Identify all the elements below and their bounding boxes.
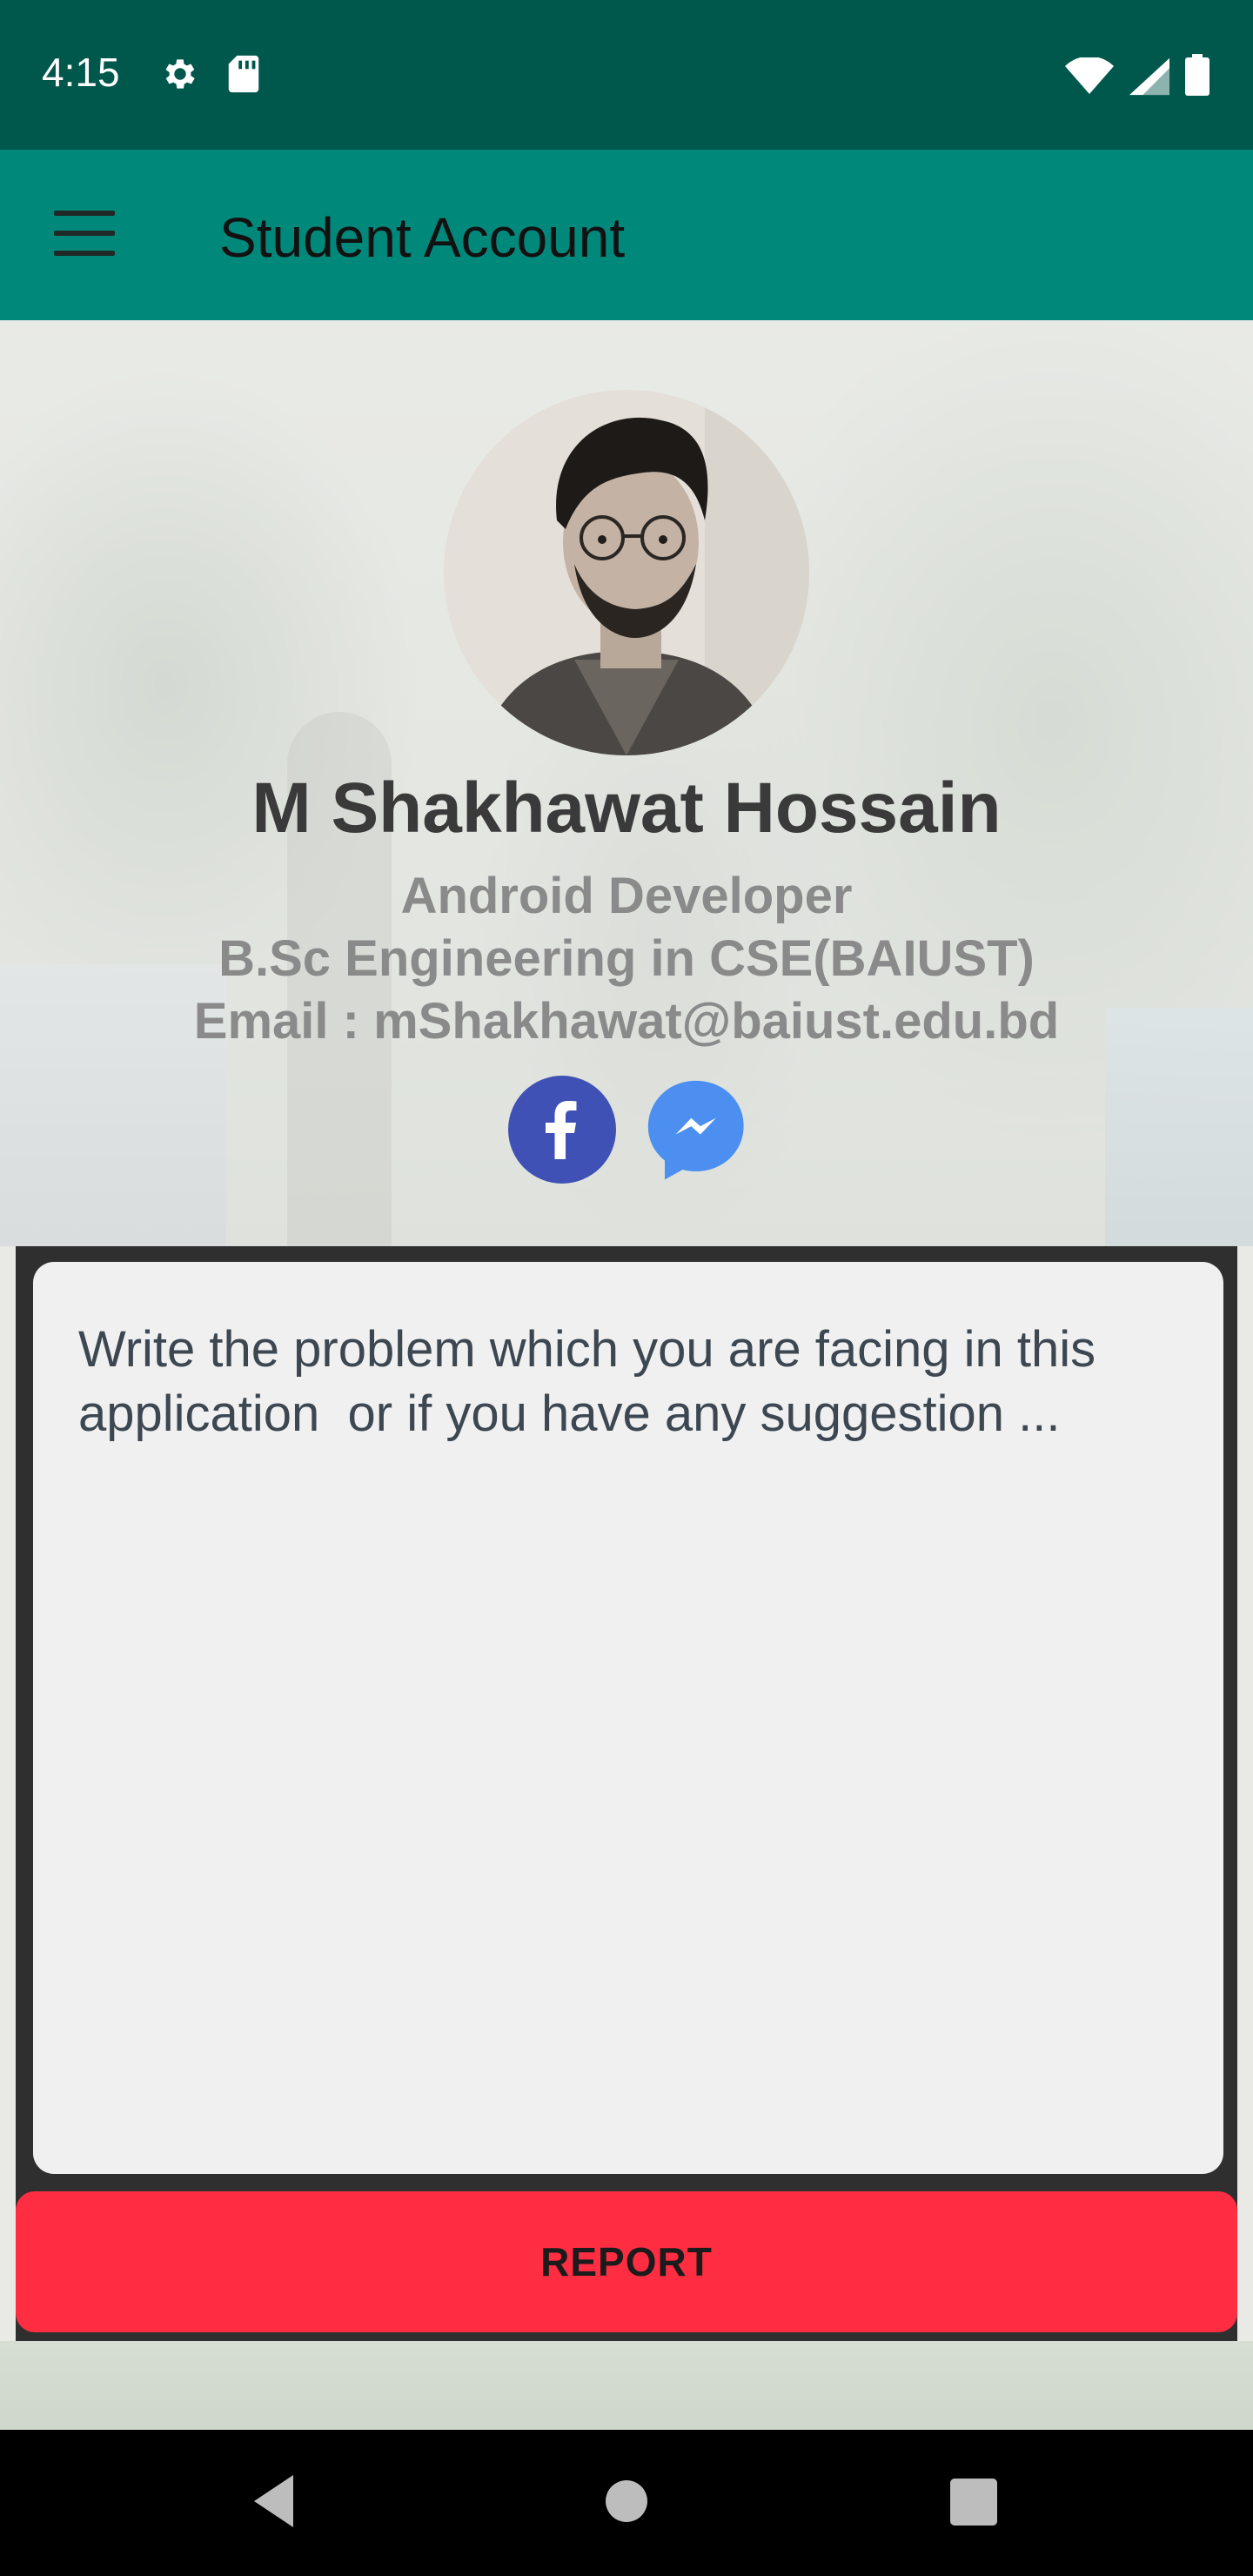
background-footer — [0, 2341, 1253, 2430]
profile-name: M Shakhawat Hossain — [251, 768, 1002, 848]
avatar — [444, 390, 809, 755]
profile-degree: B.Sc Engineering in CSE(BAIUST) — [218, 930, 1035, 987]
status-bar: 4:15 — [0, 0, 1253, 150]
back-icon[interactable] — [245, 2466, 298, 2536]
system-navigation-bar — [0, 2430, 1253, 2576]
profile-role: Android Developer — [400, 868, 853, 924]
status-left-icons — [160, 54, 261, 94]
facebook-icon[interactable] — [508, 1076, 616, 1184]
app-bar: Student Account — [0, 150, 1253, 320]
feedback-input[interactable] — [33, 1262, 1223, 2174]
status-time: 4:15 — [42, 50, 120, 95]
battery-icon — [1185, 54, 1209, 96]
sd-card-icon — [228, 55, 259, 93]
page-title: Student Account — [219, 206, 626, 269]
hamburger-menu-icon[interactable] — [54, 211, 115, 259]
status-right-icons — [1065, 54, 1209, 96]
recent-apps-icon[interactable] — [950, 2466, 1002, 2536]
profile-email: Email : mShakhawat@baiust.edu.bd — [193, 993, 1060, 1050]
wifi-icon — [1065, 57, 1114, 94]
gear-icon — [165, 59, 195, 89]
signal-icon — [1129, 57, 1169, 96]
report-panel: REPORT — [16, 1246, 1237, 2341]
messenger-icon[interactable] — [642, 1076, 750, 1184]
report-button[interactable]: REPORT — [16, 2191, 1237, 2332]
home-icon[interactable] — [604, 2466, 673, 2536]
